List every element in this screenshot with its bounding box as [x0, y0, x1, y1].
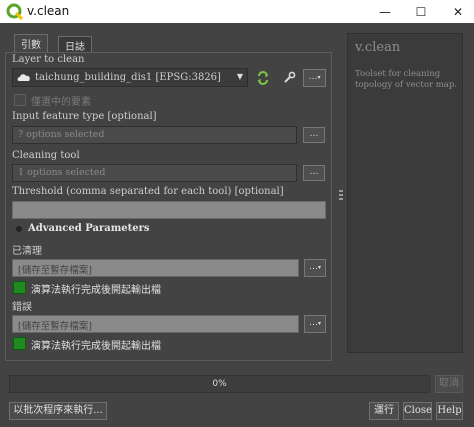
- title-bar: v.clean — ☐ ✕: [0, 0, 474, 23]
- close-button[interactable]: Close: [403, 402, 432, 420]
- feature-type-field[interactable]: ? options selected: [12, 126, 297, 144]
- help-title: v.clean: [355, 40, 401, 55]
- cleaned-open-label: 演算法執行完成後開起輸出檔: [31, 285, 161, 296]
- errors-output-field[interactable]: [儲存至暫存檔案]: [12, 315, 299, 333]
- chevron-down-icon: ▼: [236, 72, 243, 81]
- wrench-icon: [284, 71, 296, 83]
- selected-only-checkbox[interactable]: [14, 94, 26, 106]
- layer-select[interactable]: taichung_building_dis1 [EPSG:3826] ▼: [12, 68, 248, 87]
- feature-type-browse-button[interactable]: …: [303, 127, 325, 143]
- advanced-parameters-toggle[interactable]: Advanced Parameters: [28, 223, 150, 234]
- cancel-button[interactable]: 取消: [435, 375, 463, 393]
- layer-select-value: taichung_building_dis1 [EPSG:3826]: [35, 72, 221, 83]
- errors-open-checkbox[interactable]: [13, 337, 26, 350]
- iterate-icon: [258, 70, 268, 85]
- collapse-icon[interactable]: [16, 226, 22, 232]
- errors-label: 錯誤: [12, 302, 32, 313]
- errors-output-browse-button[interactable]: …▾: [304, 315, 326, 333]
- selected-only-label: 僅選中的要素: [31, 97, 91, 108]
- layer-label: Layer to clean: [12, 54, 85, 65]
- cleaned-open-checkbox[interactable]: [13, 281, 26, 294]
- cleaned-label: 已清理: [12, 246, 42, 257]
- help-description: Toolset for cleaning topology of vector …: [355, 69, 457, 90]
- batch-process-button[interactable]: 以批次程序來執行...: [9, 402, 107, 420]
- help-panel: v.clean Toolset for cleaning topology of…: [347, 33, 463, 353]
- close-window-button[interactable]: ✕: [442, 0, 474, 23]
- cleaning-tool-label: Cleaning tool: [12, 150, 80, 161]
- cleaning-tool-browse-button[interactable]: …: [303, 165, 325, 181]
- minimize-button[interactable]: —: [369, 0, 401, 23]
- tab-log[interactable]: 日誌: [58, 36, 92, 53]
- feature-type-label: Input feature type [optional]: [12, 111, 157, 122]
- maximize-button[interactable]: ☐: [405, 0, 437, 23]
- progress-bar: 0%: [9, 375, 430, 393]
- tab-parameters[interactable]: 引數: [14, 34, 48, 53]
- window-title: v.clean: [27, 4, 70, 18]
- threshold-label: Threshold (comma separated for each tool…: [12, 186, 284, 197]
- polygon-layer-icon: [17, 74, 30, 81]
- cleaning-tool-field[interactable]: 1 options selected: [12, 164, 297, 182]
- help-button[interactable]: Help: [436, 402, 463, 420]
- qgis-logo-icon: [6, 3, 23, 20]
- cleaned-output-field[interactable]: [儲存至暫存檔案]: [12, 259, 299, 277]
- threshold-input[interactable]: [12, 201, 326, 219]
- cleaned-output-browse-button[interactable]: …▾: [304, 259, 326, 277]
- iterate-button[interactable]: [253, 68, 273, 87]
- panel-splitter[interactable]: [337, 30, 345, 355]
- run-button[interactable]: 運行: [369, 402, 399, 420]
- layer-browse-button[interactable]: …▾: [303, 69, 326, 87]
- errors-open-label: 演算法執行完成後開起輸出檔: [31, 341, 161, 352]
- advanced-options-button[interactable]: [279, 68, 299, 87]
